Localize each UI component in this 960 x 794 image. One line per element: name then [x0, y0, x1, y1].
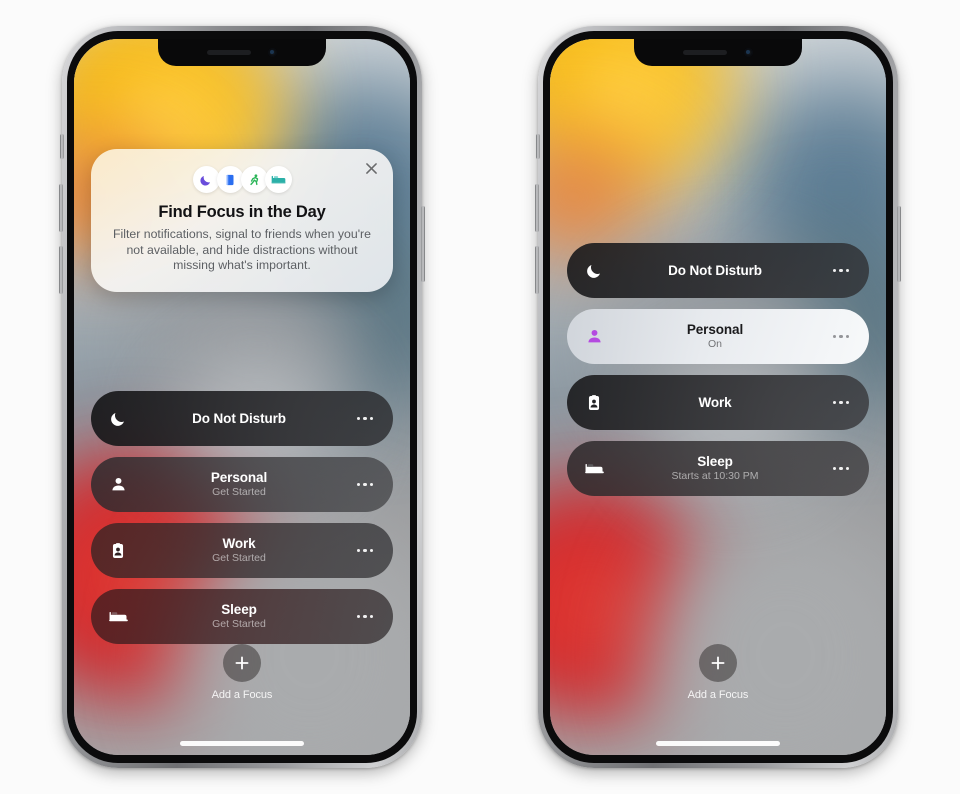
mute-switch[interactable] [60, 134, 64, 159]
volume-up-button[interactable] [535, 184, 539, 232]
focus-name: Personal [210, 470, 268, 485]
left-phone-ui: Find Focus in the Day Filter notificatio… [74, 39, 410, 755]
left-phone-screen: Find Focus in the Day Filter notificatio… [74, 39, 410, 755]
focus-subtitle: Get Started [212, 486, 266, 498]
more-options-icon[interactable] [351, 614, 379, 619]
power-button[interactable] [897, 206, 901, 282]
focus-row-text: Sleep Starts at 10:30 PM [607, 454, 827, 483]
more-options-icon[interactable] [351, 482, 379, 487]
more-options-icon[interactable] [351, 416, 379, 421]
focus-row-personal[interactable]: Personal On [567, 309, 869, 364]
focus-subtitle: Get Started [212, 618, 266, 630]
moon-icon [105, 409, 131, 428]
right-phone-bezel: Do Not Disturb Personal On Work Sleep St… [543, 31, 893, 763]
add-a-focus-button[interactable]: Add a Focus [74, 644, 410, 701]
focus-row-personal[interactable]: Personal Get Started [91, 457, 393, 512]
bed-icon [105, 606, 131, 627]
plus-icon [699, 644, 737, 682]
runner-icon [240, 166, 268, 193]
focus-name: Work [222, 536, 256, 551]
right-phone-screen: Do Not Disturb Personal On Work Sleep St… [550, 39, 886, 755]
moon-icon [192, 166, 220, 193]
more-options-icon[interactable] [827, 466, 855, 471]
right-phone-device: Do Not Disturb Personal On Work Sleep St… [535, 26, 901, 768]
focus-row-work[interactable]: Work [567, 375, 869, 430]
more-options-icon[interactable] [827, 334, 855, 339]
focus-row-text: Work Get Started [131, 536, 351, 565]
home-indicator[interactable] [656, 741, 780, 746]
focus-name: Work [698, 394, 732, 410]
earpiece-speaker [207, 50, 251, 55]
focus-row-text: Work [607, 395, 827, 411]
focus-row-text: Do Not Disturb [607, 263, 827, 279]
more-options-icon[interactable] [827, 400, 855, 405]
bed-icon [581, 458, 607, 479]
home-indicator[interactable] [180, 741, 304, 746]
volume-down-button[interactable] [59, 246, 63, 294]
add-a-focus-button[interactable]: Add a Focus [550, 644, 886, 701]
focus-row-text: Personal Get Started [131, 470, 351, 499]
focus-onboarding-card: Find Focus in the Day Filter notificatio… [91, 149, 393, 292]
moon-icon [581, 261, 607, 280]
focus-name: Do Not Disturb [668, 262, 762, 278]
focus-row-do-not-disturb[interactable]: Do Not Disturb [91, 391, 393, 446]
person-icon [581, 327, 607, 346]
earpiece-speaker [683, 50, 727, 55]
focus-name: Sleep [221, 602, 257, 617]
add-a-focus-label: Add a Focus [687, 689, 749, 701]
focus-row-work[interactable]: Work Get Started [91, 523, 393, 578]
book-icon [216, 166, 244, 193]
close-icon[interactable] [363, 160, 379, 176]
focus-row-sleep[interactable]: Sleep Starts at 10:30 PM [567, 441, 869, 496]
focus-row-text: Do Not Disturb [131, 411, 351, 427]
focus-subtitle: On [707, 338, 722, 350]
power-button[interactable] [421, 206, 425, 282]
badge-icon [105, 542, 131, 560]
right-focus-list: Do Not Disturb Personal On Work Sleep St… [567, 243, 869, 507]
front-camera-icon [744, 48, 753, 57]
focus-row-sleep[interactable]: Sleep Get Started [91, 589, 393, 644]
front-camera-icon [268, 48, 277, 57]
phones-stage: Find Focus in the Day Filter notificatio… [0, 0, 960, 794]
mute-switch[interactable] [536, 134, 540, 159]
page-title: Find Focus in the Day [158, 203, 326, 221]
focus-name: Do Not Disturb [192, 410, 286, 426]
plus-icon [223, 644, 261, 682]
focus-subtitle: Starts at 10:30 PM [671, 470, 759, 482]
focus-subtitle: Get Started [212, 552, 266, 564]
left-phone-bezel: Find Focus in the Day Filter notificatio… [67, 31, 417, 763]
bed-icon [264, 166, 292, 193]
focus-row-do-not-disturb[interactable]: Do Not Disturb [567, 243, 869, 298]
person-icon [105, 475, 131, 494]
left-phone-device: Find Focus in the Day Filter notificatio… [59, 26, 425, 768]
notch [158, 39, 326, 66]
left-focus-list: Do Not Disturb Personal Get Started Work… [91, 391, 393, 655]
onboarding-icon-row [105, 166, 379, 193]
add-a-focus-label: Add a Focus [211, 689, 273, 701]
focus-row-text: Personal On [607, 322, 827, 351]
more-options-icon[interactable] [351, 548, 379, 553]
onboarding-body-text: Filter notifications, signal to friends … [113, 227, 371, 272]
notch [634, 39, 802, 66]
volume-down-button[interactable] [535, 246, 539, 294]
volume-up-button[interactable] [59, 184, 63, 232]
more-options-icon[interactable] [827, 268, 855, 273]
right-phone-ui: Do Not Disturb Personal On Work Sleep St… [550, 39, 886, 755]
focus-name: Sleep [697, 454, 733, 469]
focus-name: Personal [686, 322, 744, 337]
focus-row-text: Sleep Get Started [131, 602, 351, 631]
badge-icon [581, 394, 607, 412]
